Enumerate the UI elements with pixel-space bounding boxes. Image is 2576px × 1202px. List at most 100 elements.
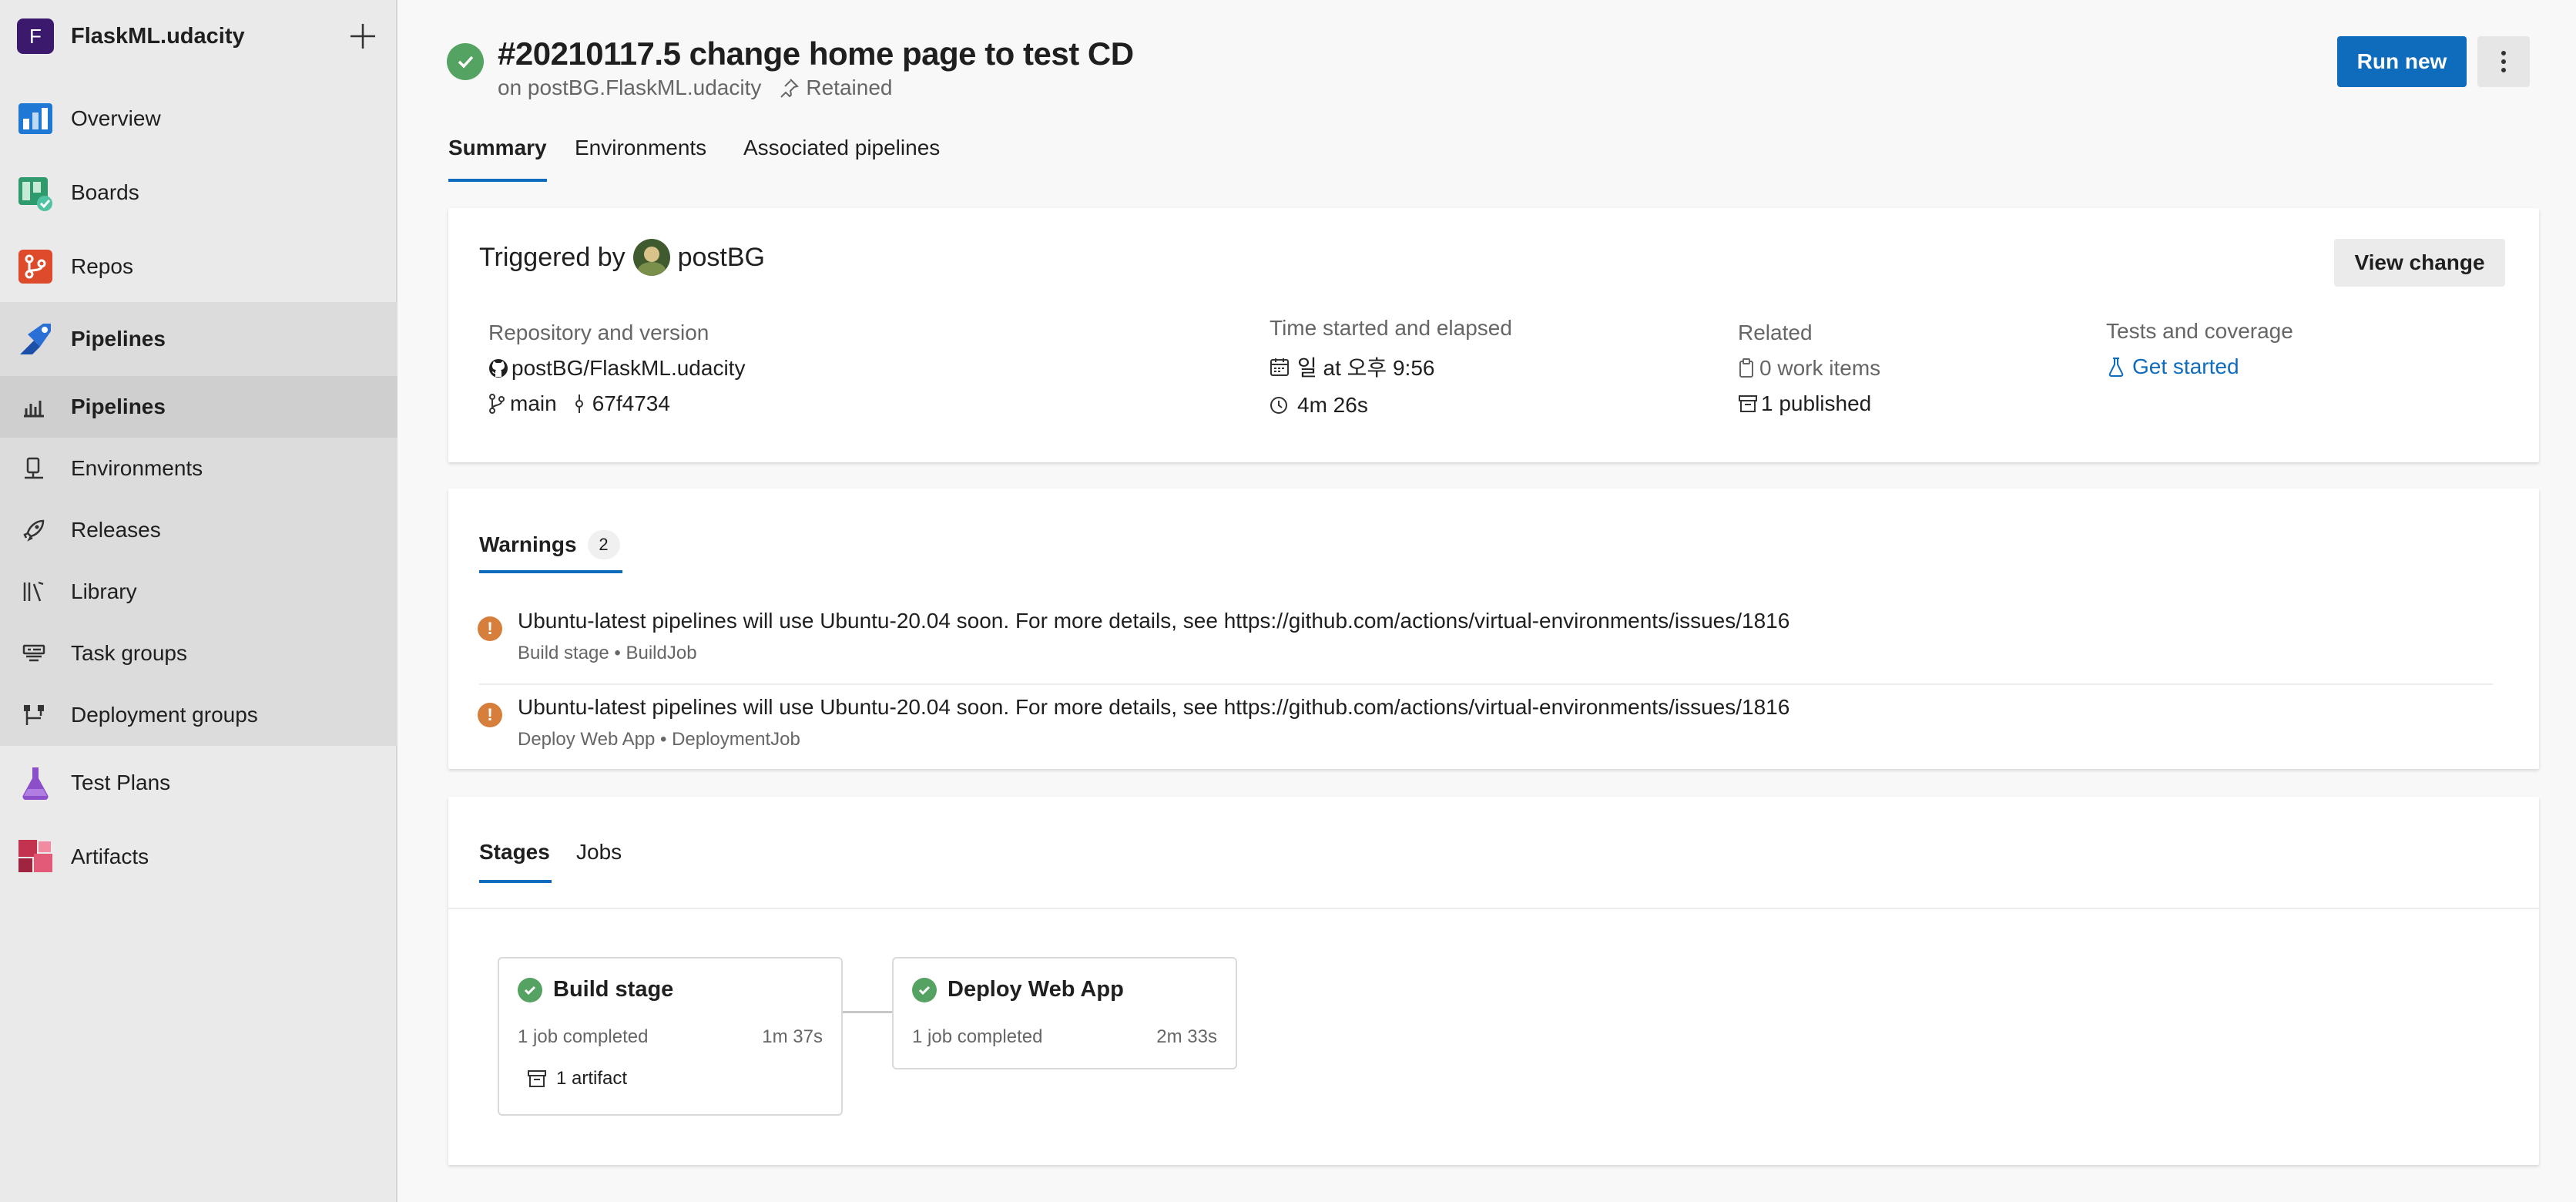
get-started-link[interactable]: Get started	[2108, 354, 2239, 379]
nav-sub-deployment-groups-label: Deployment groups	[71, 703, 258, 727]
boards-icon	[18, 177, 52, 211]
nav-repos[interactable]: Repos	[0, 248, 397, 285]
elapsed-row: 4m 26s	[1270, 393, 1368, 418]
tab-stages[interactable]: Stages	[479, 840, 550, 865]
stage-card[interactable]: Build stage 1 job completed 1m 37s 1 art…	[498, 957, 843, 1116]
commit-id[interactable]: 67f4734	[592, 391, 670, 416]
work-items: 0 work items	[1759, 356, 1881, 380]
tab-summary[interactable]: Summary	[448, 136, 547, 160]
nav-sub-task-groups-label: Task groups	[71, 641, 187, 665]
flask-icon	[2108, 358, 2124, 377]
tab-environments[interactable]: Environments	[575, 136, 706, 160]
repo-heading: Repository and version	[488, 321, 709, 344]
nav-test-plans[interactable]: Test Plans	[0, 764, 397, 801]
run-new-button[interactable]: Run new	[2337, 36, 2467, 87]
project-avatar: F	[17, 18, 54, 54]
nav-sub-task-groups[interactable]: Task groups	[0, 635, 397, 672]
warnings-label: Warnings	[479, 532, 577, 556]
warning-item[interactable]: ! Ubuntu-latest pipelines will use Ubunt…	[448, 604, 2539, 684]
branch-name[interactable]: main	[510, 391, 557, 416]
tab-stages-underline	[479, 880, 552, 883]
stage-name: Deploy Web App	[948, 977, 1124, 1002]
stage-status: 1 job completed	[518, 1026, 649, 1047]
commit-icon	[575, 395, 583, 413]
tests-heading: Tests and coverage	[2106, 319, 2293, 343]
run-source[interactable]: on postBG.FlaskML.udacity	[498, 76, 761, 100]
warning-message: Ubuntu-latest pipelines will use Ubuntu-…	[518, 695, 1790, 719]
elapsed-time: 4m 26s	[1297, 393, 1368, 417]
nav-sub-releases[interactable]: Releases	[0, 512, 397, 549]
add-icon[interactable]	[348, 22, 377, 51]
pipelines-icon	[20, 324, 51, 354]
warning-message: Ubuntu-latest pipelines will use Ubuntu-…	[518, 609, 1790, 633]
artifact-icon	[1739, 395, 1757, 412]
tab-associated-pipelines[interactable]: Associated pipelines	[743, 136, 940, 160]
published-count[interactable]: 1 published	[1761, 391, 1871, 416]
time-started: 일 at 오후 9:56	[1297, 356, 1435, 380]
stage-artifact-label: 1 artifact	[556, 1068, 628, 1089]
tab-warnings[interactable]: Warnings 2	[479, 530, 620, 559]
nav-artifacts[interactable]: Artifacts	[0, 838, 397, 875]
nav-sub-pipelines[interactable]: Pipelines	[0, 376, 397, 438]
nav-boards-label: Boards	[71, 180, 139, 204]
divider	[479, 683, 2493, 685]
calendar-icon	[1270, 358, 1289, 376]
nav-sub-pipelines-label: Pipelines	[71, 395, 166, 418]
warnings-count: 2	[587, 530, 620, 559]
divider	[448, 908, 2539, 909]
stage-name: Build stage	[553, 977, 674, 1002]
deployment-groups-icon	[24, 705, 44, 725]
triggered-by: Triggered by postBG	[479, 239, 765, 276]
stage-status: 1 job completed	[912, 1026, 1043, 1047]
project-name: FlaskML.udacity	[71, 23, 245, 49]
nav-sub-library[interactable]: Library	[0, 573, 397, 610]
nav-pipelines[interactable]: Pipelines	[0, 321, 397, 358]
warnings-card: Warnings 2 ! Ubuntu-latest pipelines wil…	[448, 489, 2539, 769]
sidebar: F FlaskML.udacity Overview Boards Repos …	[0, 0, 397, 1202]
more-icon	[2501, 51, 2506, 72]
nav-sub-releases-label: Releases	[71, 518, 161, 542]
view-change-button[interactable]: View change	[2334, 239, 2505, 287]
stage-card[interactable]: Deploy Web App 1 job completed 2m 33s	[892, 957, 1237, 1069]
library-icon	[23, 581, 44, 602]
warning-item[interactable]: ! Ubuntu-latest pipelines will use Ubunt…	[448, 690, 2539, 767]
nav-boards[interactable]: Boards	[0, 174, 397, 211]
run-success-icon	[447, 43, 484, 80]
artifacts-icon	[18, 840, 52, 872]
time-started-row: 일 at 오후 9:56	[1270, 351, 1434, 382]
nav-artifacts-label: Artifacts	[71, 844, 149, 868]
project-switcher[interactable]: F FlaskML.udacity	[17, 18, 377, 54]
stages-card: Stages Jobs Build stage 1 job completed …	[448, 797, 2539, 1165]
clock-icon	[1270, 397, 1287, 414]
more-actions-button[interactable]	[2477, 36, 2530, 87]
clipboard-icon	[1739, 358, 1753, 378]
environments-icon	[25, 457, 43, 479]
tab-jobs[interactable]: Jobs	[576, 840, 622, 865]
stage-duration: 1m 37s	[762, 1026, 823, 1047]
nav-pipelines-label: Pipelines	[71, 327, 166, 351]
tab-summary-underline	[448, 179, 547, 182]
warning-icon: !	[478, 616, 502, 641]
work-items-row: 0 work items	[1738, 356, 1880, 381]
rocket-icon	[23, 519, 45, 542]
summary-card: Triggered by postBG View change Reposito…	[448, 208, 2539, 462]
test-plans-icon	[22, 767, 49, 801]
tab-warnings-underline	[479, 570, 622, 573]
nav-overview[interactable]: Overview	[0, 100, 397, 137]
nav-sub-deployment-groups[interactable]: Deployment groups	[0, 697, 397, 734]
stage-header: Deploy Web App	[912, 977, 1124, 1002]
run-subtitle: on postBG.FlaskML.udacity Retained	[498, 76, 892, 100]
triggered-by-user[interactable]: postBG	[678, 243, 765, 273]
user-avatar	[632, 239, 670, 276]
published-row: 1 published	[1738, 391, 1871, 416]
pipeline-sub-icon	[24, 401, 44, 418]
repo-name[interactable]: postBG/FlaskML.udacity	[512, 356, 745, 381]
stage-artifact[interactable]: 1 artifact	[527, 1068, 627, 1090]
artifact-icon	[528, 1070, 546, 1087]
stage-header: Build stage	[518, 977, 673, 1002]
related-heading: Related	[1738, 321, 1813, 344]
warning-icon: !	[478, 703, 502, 727]
stage-success-icon	[518, 977, 542, 1002]
nav-sub-environments[interactable]: Environments	[0, 450, 397, 487]
time-heading: Time started and elapsed	[1270, 316, 1512, 340]
